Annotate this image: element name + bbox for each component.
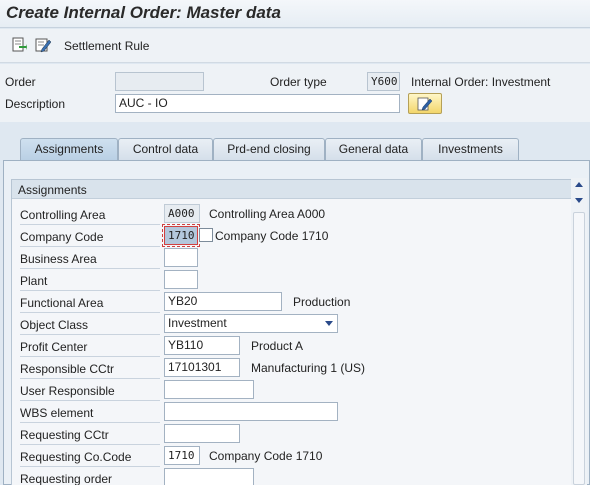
tab-assignments[interactable]: Assignments xyxy=(20,138,118,161)
business-area-label: Business Area xyxy=(20,249,160,269)
requesting-cocode-label: Requesting Co.Code xyxy=(20,447,160,467)
assignments-group: Assignments Controlling Area A000 Contro… xyxy=(11,179,572,485)
tab-panel: Assignments Controlling Area A000 Contro… xyxy=(3,160,590,485)
profit-center-label: Profit Center xyxy=(20,337,160,357)
page-title: Create Internal Order: Master data xyxy=(6,3,281,22)
tab-prd-end-closing[interactable]: Prd-end closing xyxy=(213,138,325,160)
tab-control-data[interactable]: Control data xyxy=(118,138,213,160)
functional-area-field[interactable]: YB20 xyxy=(164,292,282,311)
wbs-element-label: WBS element xyxy=(20,403,160,423)
plant-label: Plant xyxy=(20,271,160,291)
requesting-order-label: Requesting order xyxy=(20,469,160,485)
vertical-scrollbar[interactable] xyxy=(571,178,587,485)
functional-area-text: Production xyxy=(293,295,351,309)
description-field[interactable]: AUC - IO xyxy=(115,94,400,113)
responsible-cctr-text: Manufacturing 1 (US) xyxy=(251,361,366,375)
tab-strip: Assignments Control data Prd-end closing… xyxy=(0,138,590,161)
header-area xyxy=(0,64,590,122)
order-label: Order xyxy=(5,75,36,89)
business-area-field[interactable] xyxy=(164,248,198,267)
object-class-label: Object Class xyxy=(20,315,160,335)
order-type-text: Internal Order: Investment xyxy=(411,75,551,89)
scroll-down-icon[interactable] xyxy=(575,198,583,203)
object-class-value: Investment xyxy=(168,316,227,330)
title-bar: Create Internal Order: Master data xyxy=(0,0,590,28)
execute-icon[interactable] xyxy=(10,36,28,54)
controlling-area-label: Controlling Area xyxy=(20,205,160,225)
order-type-label: Order type xyxy=(270,75,327,89)
edit-icon[interactable] xyxy=(34,36,52,54)
profit-center-text: Product A xyxy=(251,339,304,353)
user-responsible-field[interactable] xyxy=(164,380,254,399)
company-code-field[interactable]: 1710 xyxy=(162,224,200,247)
value-help-icon[interactable] xyxy=(199,228,213,242)
description-label: Description xyxy=(5,97,66,111)
scroll-up-icon[interactable] xyxy=(575,182,583,187)
pencil-icon xyxy=(417,97,433,110)
chevron-down-icon xyxy=(325,321,333,326)
responsible-cctr-field[interactable]: 17101301 xyxy=(164,358,240,377)
requesting-order-field[interactable] xyxy=(164,468,254,485)
order-field[interactable] xyxy=(115,72,204,91)
requesting-cctr-field[interactable] xyxy=(164,424,240,443)
tab-investments[interactable]: Investments xyxy=(422,138,519,160)
group-title: Assignments xyxy=(12,180,571,199)
controlling-area-text: Controlling Area A000 xyxy=(209,207,326,221)
long-text-edit-button[interactable] xyxy=(408,93,442,114)
scroll-track[interactable] xyxy=(573,212,585,485)
user-responsible-label: User Responsible xyxy=(20,381,160,401)
company-code-text: Company Code 1710 xyxy=(215,229,329,243)
application-toolbar: Settlement Rule xyxy=(0,29,590,63)
wbs-element-field[interactable] xyxy=(164,402,338,421)
requesting-cctr-label: Requesting CCtr xyxy=(20,425,160,445)
order-type-field[interactable]: Y600 xyxy=(367,72,400,91)
profit-center-field[interactable]: YB110 xyxy=(164,336,240,355)
settlement-rule-button[interactable]: Settlement Rule xyxy=(64,39,149,53)
requesting-cocode-text: Company Code 1710 xyxy=(209,449,323,463)
requesting-cocode-field[interactable]: 1710 xyxy=(164,446,200,465)
object-class-select[interactable]: Investment xyxy=(164,314,338,333)
company-code-label: Company Code xyxy=(20,227,160,247)
plant-field[interactable] xyxy=(164,270,198,289)
responsible-cctr-label: Responsible CCtr xyxy=(20,359,160,379)
tab-general-data[interactable]: General data xyxy=(325,138,422,160)
functional-area-label: Functional Area xyxy=(20,293,160,313)
controlling-area-field[interactable]: A000 xyxy=(164,204,200,223)
